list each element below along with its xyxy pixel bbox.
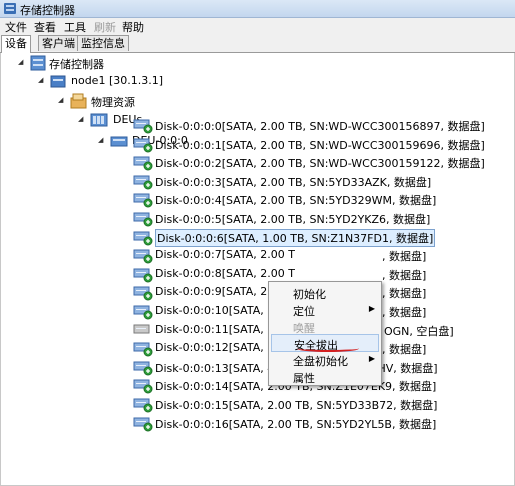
disk-icon	[133, 212, 153, 227]
tree-label-disk: Disk-0:0:0:15[SATA, 2.00 TB, SN:5YD33B72…	[155, 399, 438, 412]
tree-label-disk: Disk-0:0:0:1[SATA, 2.00 TB, SN:WD-WCC300…	[155, 139, 485, 152]
deu-group-icon	[90, 113, 108, 127]
tab-bar: 设备 客户端 监控信息	[0, 34, 515, 53]
tree-label-disk-peek: OGN, 空白盘]	[384, 325, 454, 338]
tree-label-node1: node1 [30.1.3.1]	[71, 74, 164, 87]
expand-arrow-icon[interactable]: ◢	[18, 58, 23, 66]
disk-icon	[133, 119, 153, 134]
disk-icon	[133, 268, 153, 283]
submenu-arrow-icon: ▶	[368, 304, 375, 313]
device-tree: ◢ 存储控制器 ◢ node1 [30.1.3.1] ◢ 物理资源 ◢ DEUs…	[0, 53, 515, 486]
context-menu: 初始化 定位 ▶ 唤醒 安全拔出 全盘初始化 ▶ 属性	[268, 281, 382, 386]
disk-icon	[133, 324, 150, 334]
red-annotation-underline	[297, 345, 359, 352]
context-item-properties[interactable]: 属性	[271, 368, 379, 386]
disk-icon	[133, 342, 153, 357]
context-item-locate[interactable]: 定位 ▶	[271, 301, 379, 319]
menu-help[interactable]: 帮助	[122, 19, 144, 35]
expand-arrow-icon[interactable]: ◢	[38, 76, 43, 84]
context-item-full-init[interactable]: 全盘初始化 ▶	[271, 351, 379, 369]
tab-device[interactable]: 设备	[1, 35, 31, 53]
tree-label-disk-peek: , 数据盘]	[382, 306, 427, 319]
disk-icon	[133, 286, 153, 301]
submenu-arrow-icon: ▶	[368, 354, 375, 363]
context-item-init[interactable]: 初始化	[271, 284, 379, 302]
tab-monitor[interactable]: 监控信息	[77, 35, 129, 51]
tree-label-disk-selected: Disk-0:0:0:6[SATA, 1.00 TB, SN:Z1N37FD1,…	[155, 229, 436, 247]
disk-icon	[133, 305, 153, 320]
expand-arrow-icon[interactable]: ◢	[58, 96, 63, 104]
disk-icon	[133, 379, 153, 394]
physical-resource-icon	[70, 93, 87, 109]
tree-label-disk: Disk-0:0:0:0[SATA, 2.00 TB, SN:WD-WCC300…	[155, 120, 485, 133]
tree-label-disk-peek: , 数据盘]	[382, 343, 427, 356]
menu-refresh[interactable]: 刷新	[94, 19, 116, 35]
tree-label-root: 存储控制器	[49, 58, 104, 71]
menu-bar: 文件 查看 工具 刷新 帮助	[0, 18, 515, 35]
disk-icon	[133, 361, 153, 376]
tree-label-disk: Disk-0:0:0:4[SATA, 2.00 TB, SN:5YD329WM,…	[155, 194, 437, 207]
tree-label-physical: 物理资源	[91, 96, 135, 109]
disk-icon	[133, 193, 153, 208]
disk-icon	[133, 398, 153, 413]
tree-label-disk: Disk-0:0:0:7[SATA, 2.00 T	[155, 248, 295, 261]
disk-icon	[133, 175, 153, 190]
tree-label-disk-peek: , 数据盘]	[382, 250, 427, 263]
tree-label-disk-peek: , 数据盘]	[382, 269, 427, 282]
expand-arrow-icon[interactable]: ◢	[98, 136, 103, 144]
deu-enclosure-icon	[110, 136, 128, 147]
expand-arrow-icon[interactable]: ◢	[78, 115, 83, 123]
tree-label-disk: Disk-0:0:0:2[SATA, 2.00 TB, SN:WD-WCC300…	[155, 157, 485, 170]
tree-label-disk: Disk-0:0:0:3[SATA, 2.00 TB, SN:5YD33AZK,…	[155, 176, 432, 189]
app-icon	[4, 3, 16, 14]
disk-icon	[133, 138, 153, 153]
disk-icon	[133, 156, 153, 171]
menu-file[interactable]: 文件	[5, 19, 27, 35]
disk-icon	[133, 417, 153, 432]
window-title: 存储控制器	[20, 4, 75, 17]
tree-label-disk-peek: , 数据盘]	[382, 287, 427, 300]
tree-label-disk: Disk-0:0:0:5[SATA, 2.00 TB, SN:5YD2YKZ6,…	[155, 213, 431, 226]
menu-tools[interactable]: 工具	[64, 19, 86, 35]
tree-label-disk: Disk-0:0:0:8[SATA, 2.00 T	[155, 267, 295, 280]
tab-client[interactable]: 客户端	[38, 35, 79, 51]
disk-icon	[133, 231, 153, 246]
menu-view[interactable]: 查看	[34, 19, 56, 35]
title-bar: 存储控制器	[0, 0, 515, 18]
server-node-icon	[50, 75, 66, 88]
disk-icon	[133, 249, 153, 264]
tree-label-disk: Disk-0:0:0:16[SATA, 2.00 TB, SN:5YD2YL5B…	[155, 418, 437, 431]
storage-controller-icon	[30, 55, 46, 71]
